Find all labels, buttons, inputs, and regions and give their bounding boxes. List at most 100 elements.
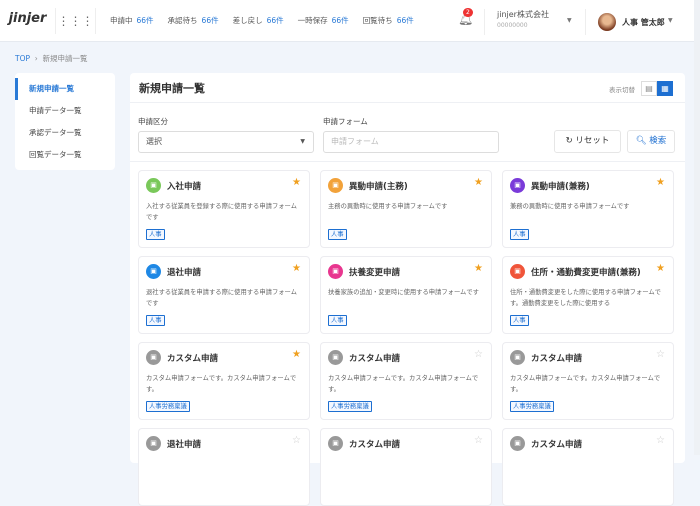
form-card[interactable]: ▣ 住所・通勤費変更申請(兼務) ★ 住所・通勤費変更をした際に使用する申請フォ…	[502, 256, 674, 334]
category-tag: 人事	[510, 229, 529, 240]
star-filled-icon[interactable]: ★	[656, 177, 665, 188]
form-card[interactable]: ▣ カスタム申請 ☆	[502, 428, 674, 506]
search-label: 検索	[649, 136, 667, 146]
star-filled-icon[interactable]: ★	[474, 177, 483, 188]
status-1[interactable]: 承認待ち 66件	[168, 15, 219, 26]
refresh-icon: ↻	[565, 136, 573, 146]
status-2[interactable]: 差し戻し 66件	[233, 15, 284, 26]
form-icon: ▣	[510, 436, 525, 451]
status-count: 66件	[266, 16, 284, 25]
status-count: 66件	[396, 16, 414, 25]
breadcrumb-current: 新規申請一覧	[42, 54, 88, 63]
status-label: 承認待ち	[167, 16, 198, 25]
status-label: 差し戻し	[232, 16, 263, 25]
category-tag: 人事	[146, 315, 165, 326]
app-grid-icon[interactable]: ⋮⋮⋮	[56, 7, 96, 34]
card-description: 退社する従業員を申請する際に使用する申請フォームです	[146, 289, 297, 307]
category-tag: 人事	[328, 229, 347, 240]
form-card[interactable]: ▣ カスタム申請 ☆ カスタム申請フォームです。カスタム申請フォームです。 人事…	[320, 342, 492, 420]
breadcrumb: TOP › 新規申請一覧	[15, 54, 88, 63]
form-icon: ▣	[328, 264, 343, 279]
star-outline-icon[interactable]: ☆	[474, 435, 483, 446]
card-title: カスタム申請	[349, 354, 401, 364]
main-panel: 新規申請一覧 表示切替 ▤ ▦ 申請区分 申請フォーム 選択 ▼ 申請フォーム ↻…	[130, 73, 685, 506]
card-description: 扶養家族の追加・変更時に使用する申請フォームです	[328, 289, 479, 296]
chevron-down-icon: ▼	[300, 138, 305, 145]
company-id: 00000000	[497, 22, 528, 29]
form-card[interactable]: ▣ 異動申請(兼務) ★ 兼務の異動時に使用する申請フォームです 人事	[502, 170, 674, 248]
category-tag: 人事	[328, 315, 347, 326]
form-icon: ▣	[146, 178, 161, 193]
user-menu[interactable]: 人事 管太郎	[585, 9, 665, 35]
form-card[interactable]: ▣ 扶養変更申請 ★ 扶養家族の追加・変更時に使用する申請フォームです 人事	[320, 256, 492, 334]
form-icon: ▣	[146, 436, 161, 451]
form-card[interactable]: ▣ 異動申請(主務) ★ 主務の異動時に使用する申請フォームです 人事	[320, 170, 492, 248]
form-icon: ▣	[146, 264, 161, 279]
status-label: 一時保存	[297, 16, 328, 25]
form-card[interactable]: ▣ カスタム申請 ★ カスタム申請フォームです。カスタム申請フォームです。 人事…	[138, 342, 310, 420]
form-icon: ▣	[510, 264, 525, 279]
card-title: 異動申請(主務)	[349, 182, 408, 192]
view-toggle: 表示切替 ▤ ▦	[609, 81, 673, 96]
star-outline-icon[interactable]: ☆	[292, 435, 301, 446]
category-label: 申請区分	[138, 117, 168, 126]
grid-view-button[interactable]: ▦	[657, 81, 673, 96]
star-filled-icon[interactable]: ★	[474, 263, 483, 274]
form-card[interactable]: ▣ 入社申請 ★ 入社する従業員を登録する際に使用する申請フォームです 人事	[138, 170, 310, 248]
card-title: カスタム申請	[167, 354, 219, 364]
breadcrumb-top[interactable]: TOP	[15, 54, 30, 63]
avatar	[598, 13, 616, 31]
category-tag: 人事	[146, 229, 165, 240]
star-filled-icon[interactable]: ★	[292, 263, 301, 274]
status-4[interactable]: 回覧待ち 66件	[363, 15, 414, 26]
form-label: 申請フォーム	[323, 117, 368, 126]
form-icon: ▣	[510, 350, 525, 365]
card-description: カスタム申請フォームです。カスタム申請フォームです。	[328, 375, 479, 393]
scrollbar[interactable]	[694, 0, 700, 455]
chevron-down-icon[interactable]: ▼	[567, 17, 572, 24]
card-description: カスタム申請フォームです。カスタム申請フォームです。	[146, 375, 297, 393]
card-description: 主務の異動時に使用する申請フォームです	[328, 203, 448, 210]
sidebar-item[interactable]: 新規申請一覧	[15, 78, 115, 100]
star-filled-icon[interactable]: ★	[292, 177, 301, 188]
card-title: 入社申請	[167, 182, 202, 192]
company-selector[interactable]: jinjer株式会社 00000000	[484, 9, 549, 35]
chevron-down-icon[interactable]: ▼	[668, 17, 673, 24]
card-title: カスタム申請	[349, 440, 401, 450]
status-label: 申請中	[110, 16, 133, 25]
form-card[interactable]: ▣ 退社申請 ★ 退社する従業員を申請する際に使用する申請フォームです 人事	[138, 256, 310, 334]
star-filled-icon[interactable]: ★	[656, 263, 665, 274]
status-3[interactable]: 一時保存 66件	[298, 15, 349, 26]
card-title: 住所・通勤費変更申請(兼務)	[531, 268, 641, 278]
form-icon: ▣	[146, 350, 161, 365]
form-icon: ▣	[510, 178, 525, 193]
form-search-input[interactable]: 申請フォーム	[323, 131, 499, 153]
card-title: 扶養変更申請	[349, 268, 401, 278]
form-card[interactable]: ▣ 退社申請 ☆	[138, 428, 310, 506]
sidebar-item[interactable]: 申請データ一覧	[15, 100, 115, 122]
form-card[interactable]: ▣ カスタム申請 ☆ カスタム申請フォームです。カスタム申請フォームです。 人事…	[502, 342, 674, 420]
status-label: 回覧待ち	[362, 16, 393, 25]
status-0[interactable]: 申請中 66件	[110, 15, 154, 26]
card-title: 異動申請(兼務)	[531, 182, 590, 192]
sidebar-item[interactable]: 承認データ一覧	[15, 122, 115, 144]
star-outline-icon[interactable]: ☆	[656, 435, 665, 446]
form-icon: ▣	[328, 178, 343, 193]
category-tag: 人事労務稟議	[328, 401, 372, 412]
reset-button[interactable]: ↻ リセット	[554, 130, 621, 153]
search-button[interactable]: 🔍︎ 検索	[627, 130, 675, 153]
page-title: 新規申請一覧	[139, 81, 205, 95]
category-tag: 人事労務稟議	[146, 401, 190, 412]
list-view-button[interactable]: ▤	[641, 81, 657, 96]
star-filled-icon[interactable]: ★	[292, 349, 301, 360]
sidebar-item[interactable]: 回覧データ一覧	[15, 144, 115, 166]
user-name: 人事 管太郎	[622, 17, 665, 27]
reset-label: リセット	[575, 136, 610, 146]
card-description: 兼務の異動時に使用する申請フォームです	[510, 203, 630, 210]
star-outline-icon[interactable]: ☆	[656, 349, 665, 360]
card-description: カスタム申請フォームです。カスタム申請フォームです。	[510, 375, 661, 393]
form-card[interactable]: ▣ カスタム申請 ☆	[320, 428, 492, 506]
star-outline-icon[interactable]: ☆	[474, 349, 483, 360]
category-select[interactable]: 選択 ▼	[138, 131, 314, 153]
jinjer-logo[interactable]: jinjer	[0, 7, 56, 34]
